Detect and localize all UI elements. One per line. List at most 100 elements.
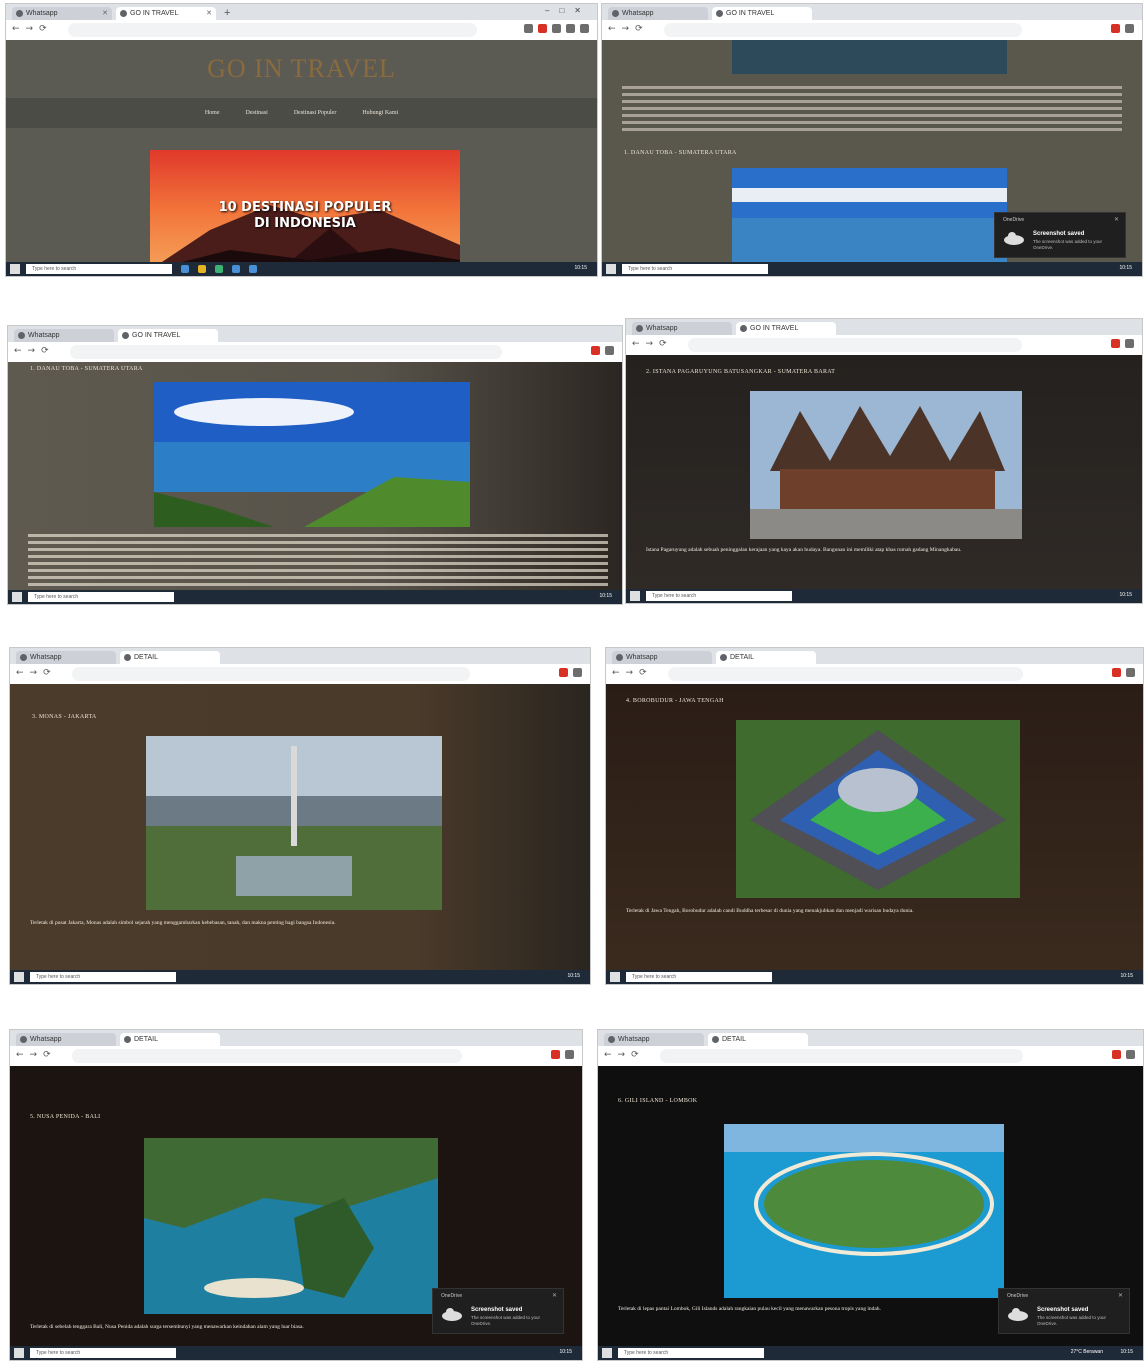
profile-icon[interactable] [573,668,582,677]
taskbar-search[interactable]: Type here to search [30,972,176,982]
whatsapp-icon [616,654,623,661]
app-icon[interactable] [181,265,189,273]
nav-destinasi[interactable]: Destinasi [245,110,267,116]
puzzle-icon[interactable] [552,24,561,33]
nav-destinasi-populer[interactable]: Destinasi Populer [294,110,337,116]
nav-buttons[interactable]: ←→⟳ [604,1050,645,1060]
tab-whatsapp[interactable]: Whatsapp [612,651,712,664]
profile-icon[interactable] [1126,668,1135,677]
folder-icon[interactable] [198,265,206,273]
toast-app: OneDrive [441,1293,463,1299]
window-controls[interactable]: –□✕ [545,6,591,15]
nav-buttons[interactable]: ←→⟳ [632,339,673,349]
windows-start-icon[interactable] [14,972,24,982]
onedrive-toast[interactable]: OneDrive ✕ Screenshot saved The screensh… [432,1288,564,1334]
profile-icon[interactable] [1125,339,1134,348]
profile-icon[interactable] [1126,1050,1135,1059]
extension-icon[interactable] [1111,339,1120,348]
address-bar[interactable] [72,667,470,681]
tab-go-in-travel[interactable]: GO IN TRAVEL [736,322,836,335]
tab-whatsapp[interactable]: Whatsapp [14,329,114,342]
extension-icon[interactable] [1112,1050,1121,1059]
taskbar-search[interactable]: Type here to search [622,264,768,274]
pagaruyung-palace-image [750,391,1022,539]
app-icon[interactable] [215,265,223,273]
tab-go-in-travel[interactable]: GO IN TRAVEL [118,329,218,342]
tab-whatsapp[interactable]: Whatsapp [632,322,732,335]
star-icon[interactable] [524,24,533,33]
lake-toba-image [154,382,470,527]
taskbar-search[interactable]: Type here to search [26,264,172,274]
toba-paragraph [28,534,608,586]
app-icon[interactable] [232,265,240,273]
toast-title: Screenshot saved [1037,1307,1089,1313]
tab-whatsapp[interactable]: Whatsapp [16,651,116,664]
windows-start-icon[interactable] [14,1348,24,1358]
profile-icon[interactable] [1125,24,1134,33]
screenshot-5: Whatsapp DETAIL ←→⟳ 3. MONAS - JAKARTA T… [10,648,590,984]
tab-detail[interactable]: DETAIL [120,1033,220,1046]
nav-buttons[interactable]: ←→⟳ [12,24,53,34]
tab-go-in-travel[interactable]: GO IN TRAVEL [712,7,812,20]
extensions [1111,24,1134,33]
tab-detail[interactable]: DETAIL [716,651,816,664]
tab-detail[interactable]: DETAIL [708,1033,808,1046]
tab-strip: Whatsapp GO IN TRAVEL [602,4,1142,20]
close-icon[interactable]: ✕ [102,7,108,20]
profile-icon[interactable] [565,1050,574,1059]
taskbar-search[interactable]: Type here to search [626,972,772,982]
extension-icon[interactable] [538,24,547,33]
windows-start-icon[interactable] [12,592,22,602]
windows-start-icon[interactable] [10,264,20,274]
address-bar[interactable] [688,338,1022,352]
address-bar[interactable] [72,1049,462,1063]
extension-icon[interactable] [1112,668,1121,677]
nav-buttons[interactable]: ←→⟳ [16,668,57,678]
tab-whatsapp[interactable]: Whatsapp [16,1033,116,1046]
close-icon[interactable]: ✕ [552,1292,557,1299]
address-bar[interactable] [660,1049,1023,1063]
extensions [559,668,582,677]
taskbar-search[interactable]: Type here to search [646,591,792,601]
extension-icon[interactable] [591,346,600,355]
whatsapp-icon [608,1036,615,1043]
onedrive-toast[interactable]: OneDrive ✕ Screenshot saved The screensh… [994,212,1126,258]
menu-icon[interactable] [580,24,589,33]
windows-start-icon[interactable] [630,591,640,601]
extension-icon[interactable] [1111,24,1120,33]
windows-start-icon[interactable] [606,264,616,274]
tab-whatsapp[interactable]: Whatsapp [608,7,708,20]
nav-home[interactable]: Home [205,110,220,116]
nav-hubungi[interactable]: Hubungi Kami [362,110,398,116]
toast-body: The screenshot was added to your OneDriv… [471,1315,541,1326]
address-bar[interactable] [68,23,477,37]
nav-buttons[interactable]: ←→⟳ [14,346,55,356]
site-brand[interactable]: GO IN TRAVEL [6,54,597,84]
tab-go-in-travel[interactable]: GO IN TRAVEL ✕ [116,7,216,20]
address-bar[interactable] [668,667,1023,681]
extension-icon[interactable] [559,668,568,677]
address-bar[interactable] [70,345,502,359]
nav-buttons[interactable]: ←→⟳ [612,668,653,678]
tab-whatsapp[interactable]: Whatsapp ✕ [12,7,112,20]
tab-detail[interactable]: DETAIL [120,651,220,664]
taskbar-search[interactable]: Type here to search [30,1348,176,1358]
new-tab-button[interactable]: + [220,7,230,20]
windows-start-icon[interactable] [602,1348,612,1358]
onedrive-toast[interactable]: OneDrive ✕ Screenshot saved The screensh… [998,1288,1130,1334]
profile-icon[interactable] [605,346,614,355]
tab-whatsapp[interactable]: Whatsapp [604,1033,704,1046]
close-icon[interactable]: ✕ [1114,216,1119,223]
profile-icon[interactable] [566,24,575,33]
address-bar[interactable] [664,23,1022,37]
nav-buttons[interactable]: ←→⟳ [608,24,649,34]
app-icon[interactable] [249,265,257,273]
close-icon[interactable]: ✕ [1118,1292,1123,1299]
taskbar-search[interactable]: Type here to search [28,592,174,602]
close-icon[interactable]: ✕ [206,7,212,20]
extension-icon[interactable] [551,1050,560,1059]
whatsapp-icon [18,332,25,339]
taskbar-search[interactable]: Type here to search [618,1348,764,1358]
nav-buttons[interactable]: ←→⟳ [16,1050,57,1060]
windows-start-icon[interactable] [610,972,620,982]
